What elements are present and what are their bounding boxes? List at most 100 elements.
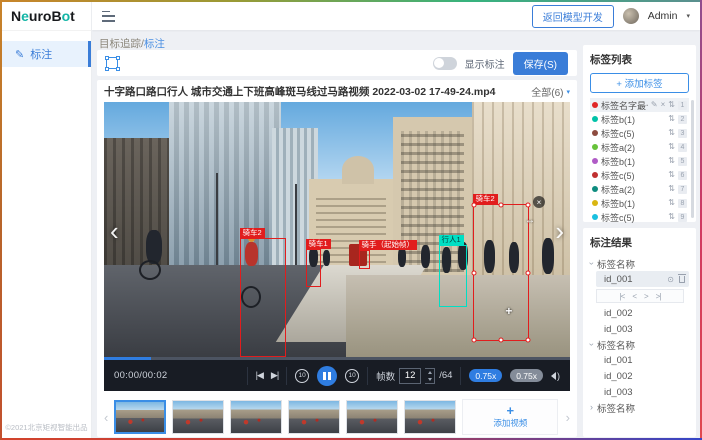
forward-10-icon[interactable]: 10: [345, 369, 359, 383]
rewind-10-icon[interactable]: 10: [295, 369, 309, 383]
sort-label-icon[interactable]: ⇅: [668, 101, 675, 109]
show-annotations-toggle[interactable]: [433, 57, 457, 70]
prev-frame-chevron[interactable]: ‹: [110, 218, 119, 244]
pager-last-icon[interactable]: >|: [656, 292, 661, 301]
result-item[interactable]: id_003: [590, 384, 689, 400]
progress-fill: [104, 357, 151, 360]
sidebar-item-annotate[interactable]: ✎ 标注: [2, 41, 91, 67]
annotation-box[interactable]: 行人1: [439, 245, 467, 307]
annotation-toolbar: 显示标注 保存(S): [97, 50, 577, 76]
video-thumbnail[interactable]: [346, 400, 398, 434]
collapse-menu-icon[interactable]: [102, 11, 115, 22]
label-list: 标签名字最长数...✎×⇅1标签b(1)⇅2标签c(5)⇅3标签a(2)⇅4标签…: [590, 98, 689, 224]
delete-label-icon[interactable]: ×: [661, 101, 666, 109]
result-item[interactable]: id_001⊙: [596, 271, 689, 287]
add-video-button[interactable]: + 添加视频: [462, 399, 558, 435]
sort-label-icon[interactable]: ⇅: [668, 115, 675, 123]
trash-icon[interactable]: [679, 276, 685, 283]
user-name[interactable]: Admin: [648, 10, 678, 22]
resize-handle[interactable]: [526, 203, 531, 208]
volume-icon[interactable]: ): [551, 371, 560, 381]
sort-label-icon[interactable]: ⇅: [668, 185, 675, 193]
locate-icon[interactable]: ⊙: [667, 275, 674, 284]
last-frame-icon[interactable]: ▶|: [271, 370, 278, 381]
step-down-icon[interactable]: [425, 376, 434, 383]
resize-handle[interactable]: [472, 338, 477, 343]
video-thumbnail[interactable]: [172, 400, 224, 434]
speed-pill-secondary[interactable]: 0.75x: [510, 369, 543, 382]
video-title: 十字路口路口行人 城市交通上下班高峰斑马线过马路视频 2022-03-02 17…: [104, 84, 496, 99]
result-item-id: id_002: [604, 308, 633, 319]
sort-label-icon[interactable]: ⇅: [668, 199, 675, 207]
label-list-item[interactable]: 标签b(1)⇅2: [590, 112, 689, 126]
label-list-item[interactable]: 标签a(2)⇅7: [590, 182, 689, 196]
breadcrumb-parent[interactable]: 目标追踪: [99, 38, 141, 50]
next-frame-chevron[interactable]: ›: [555, 218, 564, 244]
sort-label-icon[interactable]: ⇅: [668, 129, 675, 137]
filter-dropdown[interactable]: 全部(6) ▾: [531, 84, 570, 99]
result-item[interactable]: id_002: [590, 368, 689, 384]
sort-label-icon[interactable]: ⇅: [668, 157, 675, 165]
resize-handle[interactable]: [526, 270, 531, 275]
edit-label-icon[interactable]: ✎: [651, 101, 658, 109]
chevron-down-icon[interactable]: ▾: [686, 12, 690, 20]
pause-button[interactable]: [317, 366, 337, 386]
sort-label-icon[interactable]: ⇅: [668, 143, 675, 151]
label-list-item[interactable]: 标签c(5)⇅3: [590, 126, 689, 140]
result-group-header[interactable]: ›标签名称: [590, 337, 689, 352]
video-controls: 00:00/00:02 |◀ ▶| 10 10 帧数: [104, 357, 570, 391]
resize-handle[interactable]: [472, 203, 477, 208]
back-to-model-dev-button[interactable]: 返回模型开发: [532, 5, 614, 28]
pencil-icon: ✎: [15, 48, 24, 61]
result-item[interactable]: id_003: [590, 321, 689, 337]
resize-handle[interactable]: [526, 338, 531, 343]
video-thumbnail[interactable]: [288, 400, 340, 434]
label-list-item[interactable]: 标签名字最长数...✎×⇅1: [590, 98, 689, 112]
label-list-item[interactable]: 标签b(1)⇅8: [590, 196, 689, 210]
video-thumbnail[interactable]: [114, 400, 166, 434]
pager-next-icon[interactable]: >: [644, 292, 648, 301]
strip-next-chevron[interactable]: ›: [566, 410, 570, 425]
first-frame-icon[interactable]: |◀: [256, 370, 263, 381]
result-item[interactable]: id_002: [590, 305, 689, 321]
label-color-dot: [592, 144, 598, 150]
delete-box-button[interactable]: ×: [533, 196, 545, 208]
pager-prev-icon[interactable]: <: [632, 292, 636, 301]
speed-pill-active[interactable]: 0.75x: [469, 369, 502, 382]
label-list-item[interactable]: 标签b(1)⇅5: [590, 154, 689, 168]
resize-handle[interactable]: [472, 270, 477, 275]
step-up-icon[interactable]: [425, 369, 434, 376]
pager-first-icon[interactable]: |<: [620, 292, 625, 301]
sort-label-icon[interactable]: ⇅: [668, 171, 675, 179]
annotation-box[interactable]: 骑车1: [306, 249, 321, 287]
annotation-box[interactable]: 骑手（起始帧）: [359, 250, 370, 269]
strip-prev-chevron[interactable]: ‹: [104, 410, 108, 425]
label-name: 标签a(2): [601, 183, 665, 196]
save-button[interactable]: 保存(S): [513, 52, 568, 75]
progress-bar[interactable]: [104, 357, 570, 360]
label-color-dot: [592, 116, 598, 122]
annotation-box[interactable]: 骑车2: [240, 238, 286, 357]
frame-stepper[interactable]: [425, 368, 435, 384]
move-cursor-icon: +: [505, 304, 512, 318]
result-item[interactable]: id_001: [590, 352, 689, 368]
result-group-header[interactable]: ›标签名称: [590, 256, 689, 271]
resize-handle[interactable]: [499, 338, 504, 343]
label-list-item[interactable]: 标签c(5)⇅9: [590, 210, 689, 224]
video-thumbnail[interactable]: [230, 400, 282, 434]
video-thumbnail[interactable]: [404, 400, 456, 434]
result-group-header[interactable]: ›标签名称: [590, 400, 689, 415]
scrollbar[interactable]: [691, 100, 694, 218]
label-list-item[interactable]: 标签a(2)⇅4: [590, 140, 689, 154]
add-label-button[interactable]: + 添加标签: [590, 73, 689, 93]
label-color-dot: [592, 172, 598, 178]
label-list-item[interactable]: 标签c(5)⇅6: [590, 168, 689, 182]
sort-label-icon[interactable]: ⇅: [668, 213, 675, 221]
chevron-open-icon: ›: [587, 262, 596, 265]
sidebar: NeuroBot ✎ 标注 ©2021北京矩视智能出品: [2, 2, 92, 438]
resize-handle[interactable]: [499, 203, 504, 208]
frame-input[interactable]: [399, 368, 421, 384]
bounding-box-tool-icon[interactable]: [106, 57, 118, 69]
annotation-box[interactable]: 骑车2×↔+: [473, 204, 529, 341]
avatar[interactable]: [623, 8, 639, 24]
